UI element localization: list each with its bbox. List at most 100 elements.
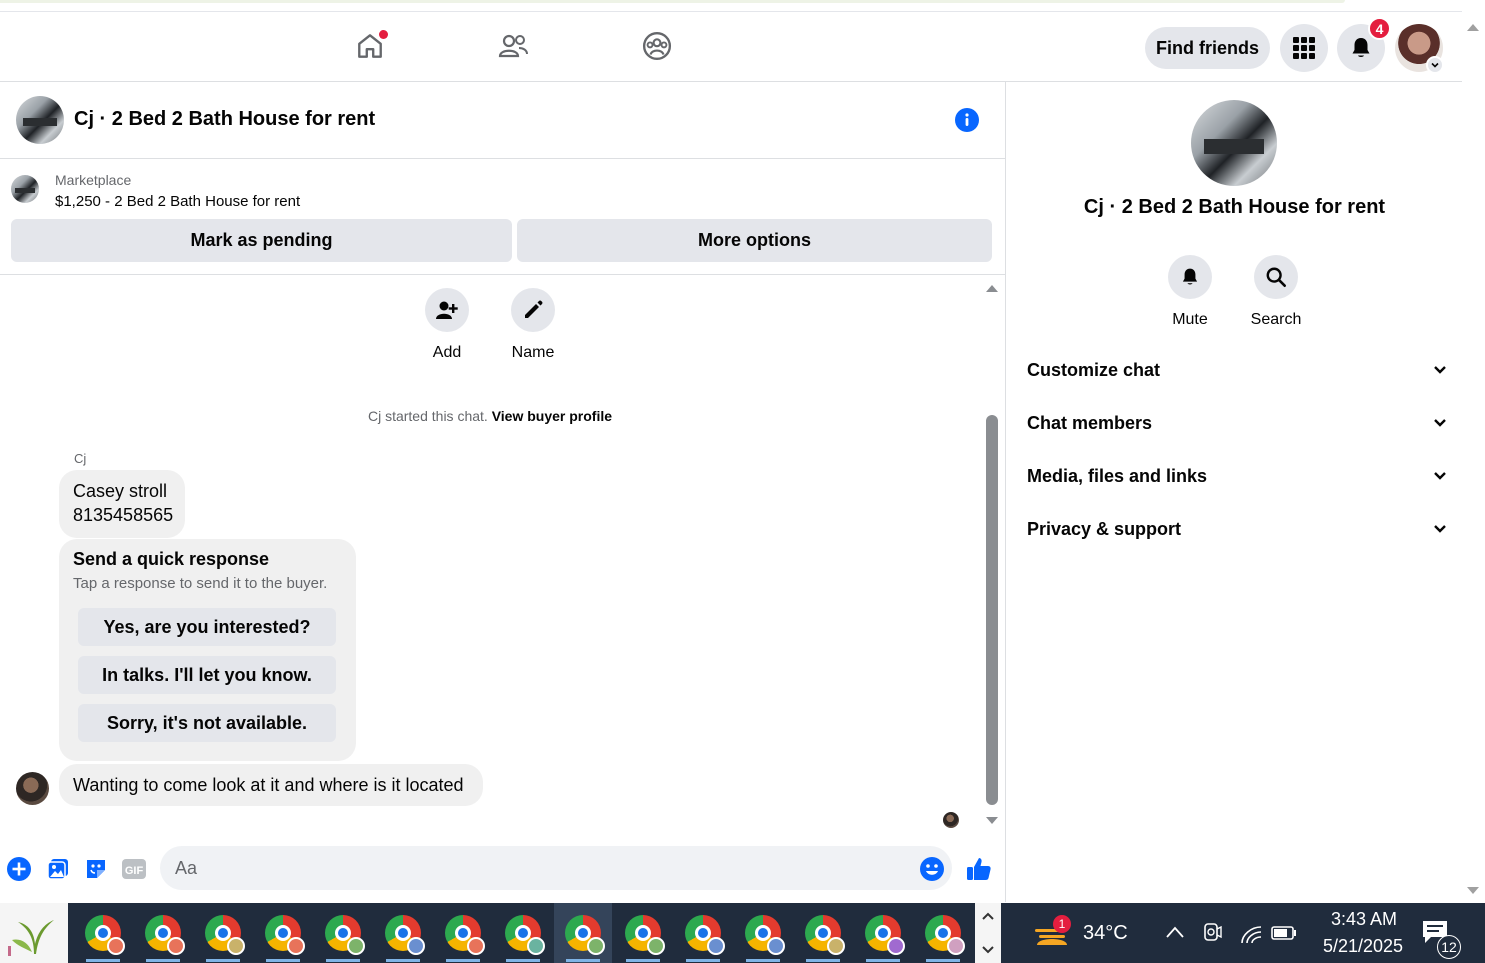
name-chat-action[interactable]: Name	[503, 288, 563, 362]
chat-title[interactable]: Cj · 2 Bed 2 Bath House for rent	[74, 108, 375, 131]
chrome-taskbar-button[interactable]	[854, 903, 912, 963]
taskbar-scroll[interactable]	[975, 903, 1001, 963]
mark-as-pending-button[interactable]: Mark as pending	[11, 219, 512, 262]
menu-button[interactable]	[1280, 24, 1328, 72]
clock-time[interactable]: 3:43 AM	[1319, 909, 1409, 930]
more-options-button[interactable]: More options	[517, 219, 992, 262]
search-label: Search	[1250, 311, 1302, 328]
view-buyer-profile-link[interactable]: View buyer profile	[492, 408, 612, 424]
chrome-taskbar-button[interactable]	[194, 903, 252, 963]
chrome-taskbar-button[interactable]	[494, 903, 552, 963]
quick-response-option[interactable]: Sorry, it's not available.	[78, 704, 336, 742]
customize-chat-section[interactable]: Customize chat	[1027, 350, 1447, 390]
add-people-action[interactable]: Add	[417, 288, 477, 362]
chrome-taskbar-button[interactable]	[74, 903, 132, 963]
chrome-icon	[385, 915, 425, 955]
chrome-taskbar-button[interactable]	[374, 903, 432, 963]
info-button[interactable]	[955, 108, 979, 132]
gif-icon: GIF	[122, 859, 146, 879]
weather-temperature[interactable]: 34°C	[1083, 922, 1128, 945]
listing-title[interactable]: $1,250 - 2 Bed 2 Bath House for rent	[55, 193, 300, 210]
mute-action[interactable]: Mute	[1155, 255, 1225, 329]
chrome-icon	[85, 915, 125, 955]
start-button[interactable]	[0, 903, 68, 963]
windows-taskbar: 1 34°C 3:43 AM 5/21/2025 12	[0, 903, 1485, 963]
profile-badge-icon	[227, 937, 245, 955]
add-person-icon	[425, 288, 469, 332]
scroll-down-arrow-icon[interactable]	[1466, 886, 1480, 896]
chrome-taskbar-button[interactable]	[734, 903, 792, 963]
message-thread: Add Name Cj started this chat. View buye…	[0, 275, 1006, 830]
profile-badge-icon	[587, 937, 605, 955]
section-label: Privacy & support	[1027, 518, 1182, 539]
sticker-icon	[87, 860, 105, 878]
chat-avatar[interactable]	[16, 96, 64, 144]
pencil-icon	[511, 288, 555, 332]
clock-date[interactable]: 5/21/2025	[1305, 936, 1421, 957]
wifi-icon[interactable]	[1239, 923, 1263, 945]
friends-tab[interactable]	[493, 26, 533, 66]
svg-text:GIF: GIF	[125, 865, 144, 877]
groups-tab[interactable]	[637, 26, 677, 66]
profile-badge-icon	[287, 937, 305, 955]
chrome-taskbar-button[interactable]	[614, 903, 672, 963]
battery-icon[interactable]	[1271, 925, 1297, 941]
emoji-icon	[920, 857, 944, 881]
chrome-taskbar-button[interactable]	[434, 903, 492, 963]
page-scrollbar[interactable]	[1462, 12, 1485, 902]
profile-badge-icon	[767, 937, 785, 955]
sticker-button[interactable]	[83, 856, 109, 882]
scroll-up-arrow-icon[interactable]	[1466, 22, 1480, 32]
privacy-support-section[interactable]: Privacy & support	[1027, 509, 1447, 549]
running-indicator	[146, 959, 180, 962]
chrome-taskbar-button[interactable]	[794, 903, 852, 963]
chrome-taskbar-button[interactable]	[914, 903, 972, 963]
message-input[interactable]: Aa	[160, 846, 952, 890]
chrome-taskbar-button[interactable]	[254, 903, 312, 963]
camera-icon[interactable]	[1201, 921, 1223, 943]
message-text: Wanting to come look at it and where is …	[73, 775, 464, 795]
chevron-up-icon[interactable]	[981, 911, 995, 921]
chrome-taskbar-button[interactable]	[314, 903, 372, 963]
scrollbar-thumb[interactable]	[986, 415, 998, 805]
media-files-links-section[interactable]: Media, files and links	[1027, 456, 1447, 496]
chat-members-section[interactable]: Chat members	[1027, 403, 1447, 443]
sender-avatar[interactable]	[16, 772, 49, 805]
chat-details-avatar[interactable]	[1191, 100, 1277, 186]
scroll-up-arrow-icon[interactable]	[985, 283, 999, 293]
emoji-button[interactable]	[919, 856, 945, 882]
running-indicator	[386, 959, 420, 962]
thread-scrollbar[interactable]	[982, 275, 1002, 830]
top-navigation-bar: Find friends 4	[0, 12, 1462, 82]
system-tray: 1 34°C 3:43 AM 5/21/2025 12	[1001, 903, 1485, 963]
chrome-icon	[565, 915, 605, 955]
account-menu-chevron[interactable]	[1426, 56, 1444, 74]
like-button[interactable]	[966, 856, 992, 882]
bell-icon	[1168, 255, 1212, 299]
listing-thumbnail[interactable]	[11, 175, 39, 203]
chrome-icon	[205, 915, 245, 955]
show-hidden-icons-icon[interactable]	[1165, 925, 1185, 939]
profile-badge-icon	[407, 937, 425, 955]
quick-response-title: Send a quick response	[73, 549, 270, 569]
add-label: Add	[432, 344, 462, 361]
notification-count: 12	[1437, 935, 1461, 959]
name-label: Name	[511, 344, 555, 361]
chrome-taskbar-button[interactable]	[674, 903, 732, 963]
home-tab[interactable]	[350, 26, 390, 66]
more-actions-button[interactable]	[6, 856, 32, 882]
message-line: 8135458565	[73, 505, 174, 525]
chevron-down-icon[interactable]	[981, 945, 995, 955]
chrome-taskbar-button[interactable]	[554, 903, 612, 963]
find-friends-button[interactable]: Find friends	[1145, 27, 1270, 69]
gif-button[interactable]: GIF	[121, 856, 147, 882]
profile-badge-icon	[167, 937, 185, 955]
sender-name: Cj	[74, 451, 87, 466]
quick-response-option[interactable]: Yes, are you interested?	[78, 608, 336, 646]
quick-response-option[interactable]: In talks. I'll let you know.	[78, 656, 336, 694]
running-indicator	[566, 959, 600, 962]
scroll-down-arrow-icon[interactable]	[985, 816, 999, 826]
chrome-taskbar-button[interactable]	[134, 903, 192, 963]
attach-photo-button[interactable]	[45, 856, 71, 882]
search-action[interactable]: Search	[1241, 255, 1311, 329]
